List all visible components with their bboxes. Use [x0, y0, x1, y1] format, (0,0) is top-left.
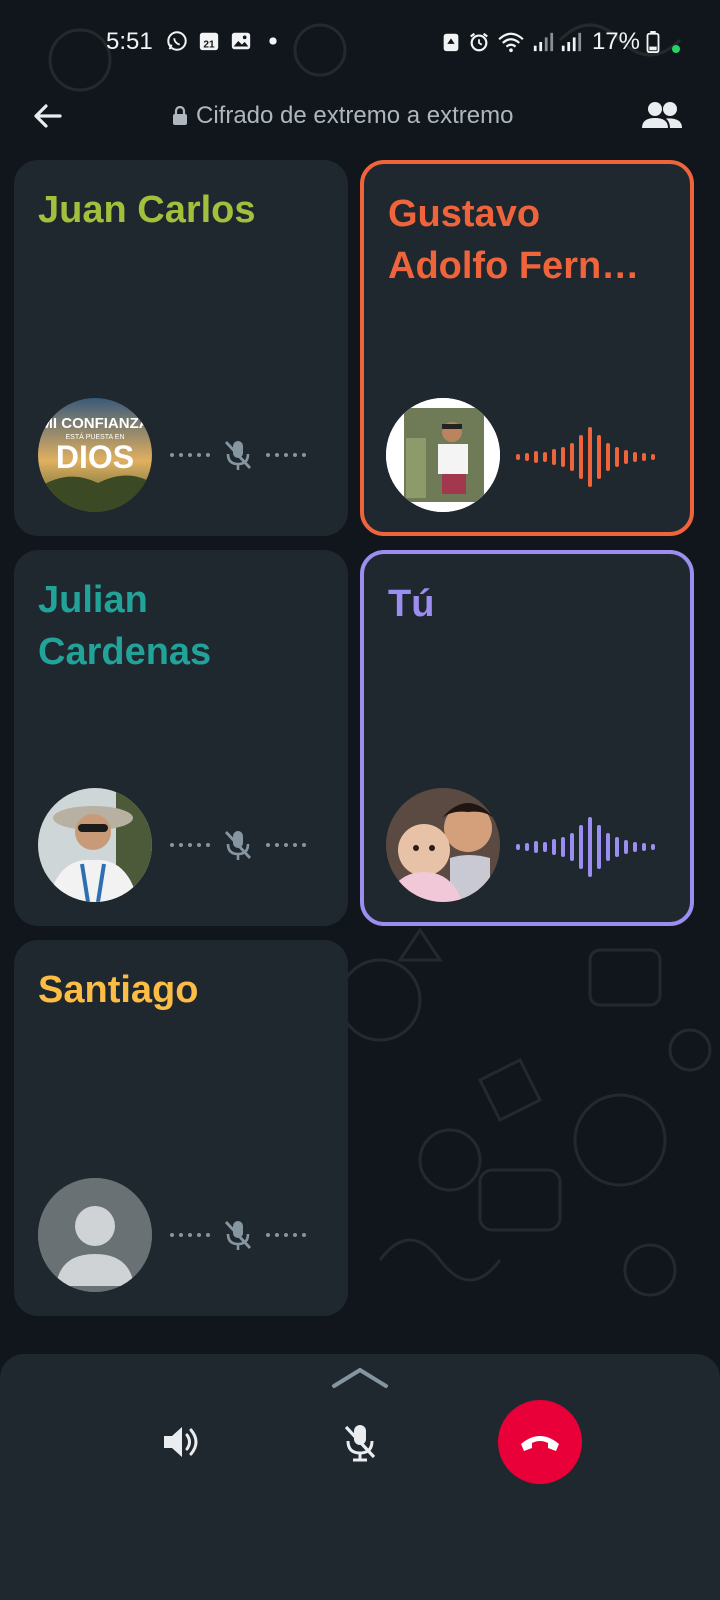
wave-bar [516, 844, 520, 850]
wifi-icon [498, 32, 524, 53]
call-header: Cifrado de extremo a extremo [0, 88, 720, 148]
wave-bar [624, 450, 628, 464]
avatar-photo-image [386, 788, 500, 902]
end-call-icon [521, 1436, 559, 1451]
wave-bar [561, 837, 565, 857]
mic-off-icon [344, 1425, 376, 1462]
wave-bar [606, 833, 610, 861]
end-call-button[interactable] [498, 1400, 582, 1484]
call-controls-panel [0, 1354, 720, 1600]
avatar-photo-image [386, 398, 500, 512]
lock-icon [173, 106, 187, 125]
participant-name: Tú [388, 583, 435, 625]
participant-name: Gustavo Adolfo Fern… [388, 193, 640, 287]
mic-off-icon [224, 441, 252, 470]
participant-tile-juan-carlos[interactable]: Juan Carlos MI CONFIANZA ESTÁ PUESTA EN … [14, 160, 348, 536]
wave-bar [525, 843, 529, 851]
avatar[interactable] [38, 1178, 152, 1292]
wave-bar [606, 443, 610, 471]
status-right-icons: 17% [440, 28, 680, 56]
dots-right [266, 1233, 306, 1237]
wave-bar [642, 453, 646, 461]
whatsapp-icon [167, 31, 187, 51]
dots-left [170, 1233, 210, 1237]
participant-tile-gustavo[interactable]: Gustavo Adolfo Fern… [360, 160, 694, 536]
wave-bar [516, 454, 520, 460]
recycle-icon [443, 33, 459, 52]
alarm-icon [470, 32, 488, 52]
participant-name: Juan Carlos [38, 189, 256, 231]
arrow-left-icon[interactable] [30, 98, 66, 134]
avatar[interactable]: MI CONFIANZA ESTÁ PUESTA EN DIOS [38, 398, 152, 512]
gallery-icon [231, 32, 251, 50]
wave-bar [651, 454, 655, 460]
muted-indicator [170, 828, 306, 862]
dots-right [266, 453, 306, 457]
encryption-text: Cifrado de extremo a extremo [196, 102, 514, 129]
wave-bar [615, 447, 619, 467]
signal-icon [561, 32, 582, 52]
audio-wave-icon [516, 817, 655, 877]
wave-bar [597, 435, 601, 479]
wave-bar [615, 837, 619, 857]
avatar[interactable] [386, 788, 500, 902]
wave-bar [624, 840, 628, 854]
wave-bar [588, 427, 592, 487]
signal-icon [533, 32, 554, 52]
wave-bar [642, 843, 646, 851]
wave-bar [543, 452, 547, 462]
speaker-button[interactable] [138, 1400, 222, 1484]
participant-name: Santiago [38, 969, 199, 1011]
avatar-text-line-1: MI CONFIANZA [40, 415, 149, 432]
dots-left [170, 453, 210, 457]
wave-bar [633, 452, 637, 462]
status-left-icons: 21 [166, 30, 284, 52]
speaker-icon [164, 1427, 198, 1457]
chevron-up-icon[interactable] [330, 1364, 390, 1390]
avatar-photo-image: MI CONFIANZA ESTÁ PUESTA EN DIOS [38, 398, 152, 512]
battery-charging-icon [646, 31, 660, 53]
wave-bar [588, 817, 592, 877]
status-bar: 5:51 21 17% [0, 0, 720, 88]
mic-off-icon [224, 831, 252, 860]
wave-bar [597, 825, 601, 869]
avatar-photo-image [38, 788, 152, 902]
wave-bar [570, 833, 574, 861]
status-time: 5:51 [106, 28, 153, 55]
muted-indicator [170, 438, 306, 472]
mute-button[interactable] [318, 1400, 402, 1484]
participant-name: Julian Cardenas [38, 579, 212, 673]
dot-icon [269, 37, 277, 45]
dots-left [170, 843, 210, 847]
calendar-icon: 21 [199, 32, 219, 50]
mic-off-icon [224, 1221, 252, 1250]
avatar[interactable] [386, 398, 500, 512]
wave-bar [552, 839, 556, 855]
wave-bar [651, 844, 655, 850]
privacy-dot-icon [672, 45, 680, 53]
people-icon[interactable] [640, 98, 684, 134]
calendar-day: 21 [203, 39, 215, 50]
audio-wave-icon [516, 427, 655, 487]
wave-bar [552, 449, 556, 465]
participant-tile-santiago[interactable]: Santiago [14, 940, 348, 1316]
avatar[interactable] [38, 788, 152, 902]
wave-bar [534, 451, 538, 463]
wave-bar [579, 435, 583, 479]
default-person-icon [38, 1178, 152, 1292]
wave-bar [633, 842, 637, 852]
wave-bar [561, 447, 565, 467]
dots-right [266, 843, 306, 847]
battery-percent: 17% [591, 28, 640, 55]
encryption-notice[interactable]: Cifrado de extremo a extremo [172, 102, 513, 130]
avatar-text-line-3: DIOS [56, 439, 134, 475]
wave-bar [570, 443, 574, 471]
participant-tile-self[interactable]: Tú [360, 550, 694, 926]
wave-bar [579, 825, 583, 869]
wave-bar [543, 842, 547, 852]
wave-bar [534, 841, 538, 853]
muted-indicator [170, 1218, 306, 1252]
wave-bar [525, 453, 529, 461]
participant-tile-julian-cardenas[interactable]: Julian Cardenas [14, 550, 348, 926]
